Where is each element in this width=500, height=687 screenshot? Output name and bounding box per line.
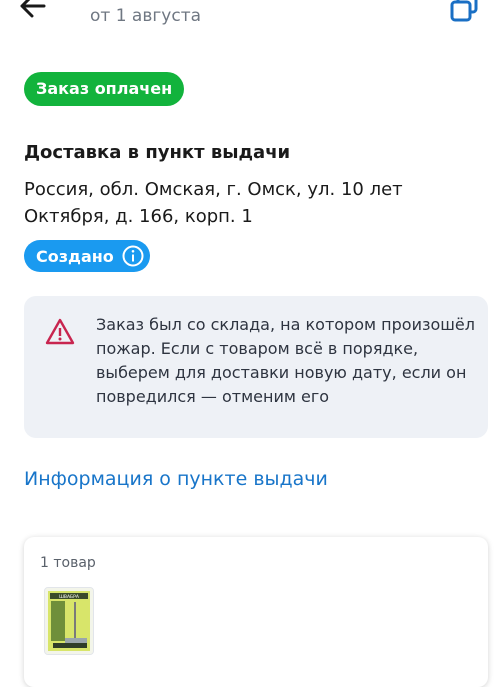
paid-status-badge: Заказ оплачен — [24, 72, 185, 106]
warning-message: Заказ был со склада, на котором произошё… — [96, 315, 475, 406]
warning-card: Заказ был со склада, на котором произошё… — [24, 296, 488, 438]
order-items-card: 1 товар ШВАБРА — [24, 537, 488, 687]
items-count: 1 товар — [40, 555, 96, 571]
product-label: ШВАБРА — [59, 594, 80, 600]
info-icon[interactable] — [122, 245, 144, 267]
delivery-status-label: Создано — [36, 246, 114, 266]
delivery-status-badge[interactable]: Создано — [24, 240, 150, 272]
order-date: от 1 августа — [90, 6, 202, 26]
back-button[interactable] — [14, 0, 62, 26]
copy-icon — [450, 0, 478, 22]
product-image: ШВАБРА — [45, 588, 93, 654]
copy-button[interactable] — [444, 0, 484, 28]
warning-triangle-icon — [45, 318, 75, 345]
pickup-point-info-link[interactable]: Информация о пункте выдачи — [24, 468, 328, 490]
product-thumbnail[interactable]: ШВАБРА — [44, 587, 94, 655]
header: от 1 августа — [0, 0, 500, 40]
delivery-address: Россия, обл. Омская, г. Омск, ул. 10 лет… — [24, 179, 403, 227]
arrow-left-icon — [20, 0, 46, 18]
delivery-title: Доставка в пункт выдачи — [24, 142, 291, 163]
